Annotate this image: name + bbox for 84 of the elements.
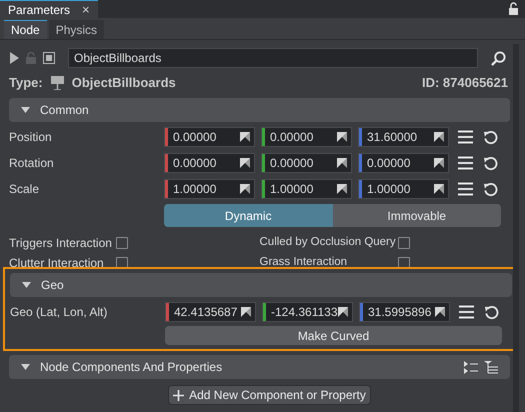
expand-triangle-icon[interactable] — [21, 107, 30, 113]
section-header[interactable]: Common — [9, 98, 510, 122]
property-label: Rotation — [9, 155, 55, 172]
plus-icon — [173, 390, 184, 400]
drag-handle-icon[interactable] — [434, 132, 444, 142]
cursor-icon[interactable] — [9, 52, 19, 64]
reset-icon[interactable] — [483, 130, 498, 144]
drag-handle-icon[interactable] — [240, 132, 250, 142]
section-title: Common — [40, 102, 89, 119]
type-label: Type: — [9, 74, 43, 92]
number-field[interactable]: 0.00000 — [261, 127, 352, 147]
axis-marker — [165, 128, 168, 146]
number-field[interactable]: 31.60000 — [358, 127, 449, 147]
axis-marker — [359, 128, 362, 146]
menu-icon[interactable] — [458, 130, 473, 144]
collapse-tree-icon[interactable] — [484, 360, 498, 374]
drag-handle-icon[interactable] — [435, 307, 445, 317]
drag-handle-icon[interactable] — [337, 184, 347, 194]
checkbox[interactable] — [116, 237, 128, 249]
close-icon[interactable]: × — [82, 0, 90, 20]
section-title: Node Components And Properties — [40, 359, 222, 376]
drag-handle-icon[interactable] — [241, 307, 251, 317]
square-icon[interactable] — [43, 52, 55, 64]
drag-handle-icon[interactable] — [240, 184, 250, 194]
axis-marker — [165, 154, 168, 172]
panel-tab[interactable]: Parameters × — [0, 0, 98, 18]
checkbox-label: Culled by Occlusion Query — [260, 235, 397, 250]
search-icon[interactable] — [491, 50, 506, 66]
tab[interactable]: Node — [4, 20, 47, 39]
number-field[interactable]: 0.00000 — [164, 153, 255, 173]
property-label: Position — [9, 129, 53, 146]
checkbox-label: Triggers Interaction — [9, 235, 113, 252]
property-label: Geo (Lat, Lon, Alt) — [10, 304, 108, 321]
property-label: Scale — [9, 181, 40, 198]
drag-handle-icon[interactable] — [337, 158, 347, 168]
section-title: Geo — [41, 277, 64, 294]
section-header[interactable]: Geo — [10, 273, 512, 297]
number-field[interactable]: 0.00000 — [358, 153, 449, 173]
number-field[interactable]: -124.361133 — [262, 302, 353, 322]
axis-marker — [263, 303, 266, 321]
drag-handle-icon[interactable] — [337, 132, 347, 142]
reset-icon[interactable] — [483, 182, 498, 196]
drag-handle-icon[interactable] — [434, 184, 444, 194]
drag-handle-icon[interactable] — [338, 307, 348, 317]
search-field[interactable]: ObjectBillboards — [68, 48, 478, 68]
axis-marker — [359, 154, 362, 172]
axis-marker — [262, 154, 265, 172]
make-curved-button[interactable]: Make Curved — [165, 326, 502, 345]
axis-marker — [360, 303, 363, 321]
menu-icon[interactable] — [458, 182, 473, 196]
section-header[interactable]: Node Components And Properties — [9, 355, 510, 379]
expand-triangle-icon[interactable] — [22, 282, 31, 288]
reset-icon[interactable] — [484, 304, 499, 320]
axis-marker — [166, 303, 169, 321]
expand-tree-icon[interactable] — [464, 360, 478, 374]
billboard-icon — [50, 76, 64, 90]
checkbox[interactable] — [398, 237, 410, 249]
scrollbar[interactable] — [513, 44, 519, 412]
menu-icon[interactable] — [458, 156, 473, 170]
mode-toggle[interactable]: Immovable — [332, 204, 501, 227]
reset-icon[interactable] — [483, 156, 498, 170]
checkbox-label: Grass Interaction — [260, 255, 348, 270]
checkbox-label: Clutter Interaction — [9, 255, 105, 272]
unlocked-padlock-icon[interactable] — [508, 2, 519, 15]
drag-handle-icon[interactable] — [240, 158, 250, 168]
axis-marker — [262, 180, 265, 198]
axis-marker — [262, 128, 265, 146]
number-field[interactable]: 1.00000 — [261, 179, 352, 199]
node-id: ID: 874065621 — [422, 74, 508, 92]
number-field[interactable]: 1.00000 — [164, 179, 255, 199]
number-field[interactable]: 0.00000 — [164, 127, 255, 147]
number-field[interactable]: 0.00000 — [261, 153, 352, 173]
number-field[interactable]: 31.5995896 — [359, 302, 450, 322]
tab[interactable]: Physics — [48, 20, 104, 39]
axis-marker — [359, 180, 362, 198]
number-field[interactable]: 42.4135687 — [165, 302, 256, 322]
add-component-button[interactable]: Add New Component or Property — [168, 385, 371, 405]
expand-triangle-icon[interactable] — [21, 364, 30, 370]
number-field[interactable]: 1.00000 — [358, 179, 449, 199]
drag-handle-icon[interactable] — [434, 158, 444, 168]
axis-marker — [165, 180, 168, 198]
mode-toggle[interactable]: Dynamic — [164, 204, 332, 227]
menu-icon[interactable] — [459, 305, 474, 319]
type-name: ObjectBillboards — [72, 74, 176, 92]
